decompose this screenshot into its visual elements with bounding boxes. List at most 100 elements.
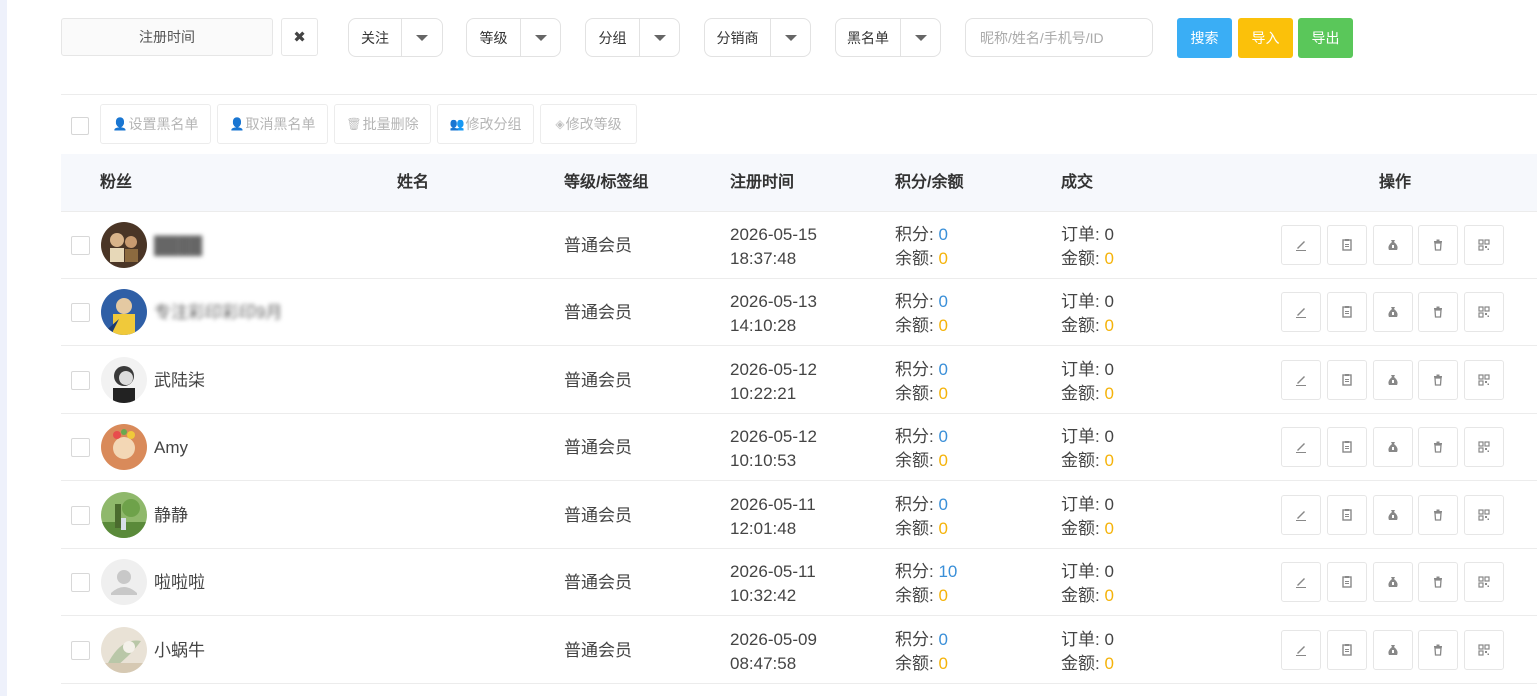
points-label: 积分:: [895, 292, 939, 311]
orders-label: 订单:: [1061, 225, 1105, 244]
modify-group-button[interactable]: 👥 修改分组: [437, 104, 534, 144]
delete-button[interactable]: [1418, 292, 1458, 332]
orders-value: 0: [1104, 562, 1114, 581]
trash-icon: [1431, 305, 1445, 319]
header-fans: 粉丝: [100, 174, 133, 191]
qrcode-button[interactable]: [1464, 292, 1504, 332]
register-clock: 10:22:21: [730, 384, 797, 403]
user-icon: 👤: [229, 117, 245, 131]
blacklist-select[interactable]: 黑名单: [835, 18, 941, 57]
qrcode-button[interactable]: [1464, 427, 1504, 467]
edit-button[interactable]: [1281, 562, 1321, 602]
delete-button[interactable]: [1418, 225, 1458, 265]
avatar: [101, 559, 147, 605]
register-date: 2026-05-12: [730, 427, 817, 446]
money-bag-icon: [1386, 305, 1400, 319]
modify-level-button[interactable]: ◈ 修改等级: [540, 104, 637, 144]
detail-button[interactable]: [1327, 495, 1367, 535]
money-bag-icon: [1386, 575, 1400, 589]
detail-button[interactable]: [1327, 562, 1367, 602]
export-button[interactable]: 导出: [1298, 18, 1353, 58]
deal-info: 订单: 0 金额: 0: [1061, 358, 1114, 406]
detail-button[interactable]: [1327, 225, 1367, 265]
row-checkbox[interactable]: [71, 641, 90, 660]
level-select[interactable]: 等级: [466, 18, 561, 57]
points-value: 0: [938, 427, 948, 446]
deal-info: 订单: 0 金额: 0: [1061, 560, 1114, 608]
recharge-button[interactable]: [1373, 562, 1413, 602]
close-icon: ✖: [293, 29, 306, 46]
batch-delete-button[interactable]: 🗑 批量删除: [334, 104, 431, 144]
table-header: 粉丝 姓名 等级/标签组 注册时间 积分/余额 成交 操作: [61, 154, 1537, 212]
avatar: [101, 289, 147, 335]
member-level: 普通会员: [564, 303, 632, 322]
detail-icon: [1340, 643, 1354, 657]
header-points-balance: 积分/余额: [895, 174, 964, 191]
edit-icon: [1294, 508, 1308, 522]
points-balance: 积分: 0 余额: 0: [895, 290, 948, 338]
money-bag-icon: [1386, 643, 1400, 657]
clear-date-button[interactable]: ✖: [281, 18, 318, 56]
table-row: ████ 普通会员 2026-05-15 18:37:48 积分: 0 余额: 0…: [61, 212, 1537, 279]
edit-button[interactable]: [1281, 360, 1321, 400]
row-checkbox[interactable]: [71, 573, 90, 592]
delete-button[interactable]: [1418, 360, 1458, 400]
distributor-select[interactable]: 分销商: [704, 18, 811, 57]
qrcode-icon: [1477, 305, 1491, 319]
amount-value: 0: [1104, 451, 1114, 470]
delete-button[interactable]: [1418, 427, 1458, 467]
header-actions: 操作: [1379, 174, 1412, 191]
detail-button[interactable]: [1327, 292, 1367, 332]
detail-button[interactable]: [1327, 360, 1367, 400]
search-button[interactable]: 搜索: [1177, 18, 1232, 58]
search-input[interactable]: [965, 18, 1153, 57]
detail-button[interactable]: [1327, 630, 1367, 670]
delete-button[interactable]: [1418, 630, 1458, 670]
qrcode-button[interactable]: [1464, 360, 1504, 400]
detail-button[interactable]: [1327, 427, 1367, 467]
delete-button[interactable]: [1418, 495, 1458, 535]
edit-button[interactable]: [1281, 292, 1321, 332]
row-checkbox[interactable]: [71, 236, 90, 255]
orders-value: 0: [1104, 630, 1114, 649]
edit-button[interactable]: [1281, 630, 1321, 670]
recharge-button[interactable]: [1373, 225, 1413, 265]
balance-label: 余额:: [895, 451, 939, 470]
set-blacklist-button[interactable]: 👤 设置黑名单: [100, 104, 211, 144]
qrcode-button[interactable]: [1464, 495, 1504, 535]
amount-label: 金额:: [1061, 316, 1105, 335]
cancel-blacklist-button[interactable]: 👤 取消黑名单: [217, 104, 328, 144]
register-time: 2026-05-11 12:01:48: [730, 493, 816, 541]
recharge-button[interactable]: [1373, 630, 1413, 670]
edit-button[interactable]: [1281, 427, 1321, 467]
member-level: 普通会员: [564, 371, 632, 390]
delete-button[interactable]: [1418, 562, 1458, 602]
points-balance: 积分: 0 余额: 0: [895, 628, 948, 676]
recharge-button[interactable]: [1373, 427, 1413, 467]
follow-select[interactable]: 关注: [348, 18, 443, 57]
edit-button[interactable]: [1281, 495, 1321, 535]
recharge-button[interactable]: [1373, 360, 1413, 400]
qrcode-button[interactable]: [1464, 562, 1504, 602]
divider: [61, 94, 1537, 95]
qrcode-icon: [1477, 238, 1491, 252]
register-time: 2026-05-15 18:37:48: [730, 223, 817, 271]
recharge-button[interactable]: [1373, 495, 1413, 535]
select-all-checkbox[interactable]: [71, 117, 89, 135]
amount-value: 0: [1104, 654, 1114, 673]
row-checkbox[interactable]: [71, 438, 90, 457]
row-checkbox[interactable]: [71, 371, 90, 390]
level-select-label: 等级: [467, 19, 521, 56]
register-clock: 14:10:28: [730, 316, 797, 335]
row-checkbox[interactable]: [71, 506, 90, 525]
row-checkbox[interactable]: [71, 303, 90, 322]
register-time-picker[interactable]: 注册时间: [61, 18, 273, 56]
qrcode-button[interactable]: [1464, 225, 1504, 265]
import-button[interactable]: 导入: [1238, 18, 1293, 58]
recharge-button[interactable]: [1373, 292, 1413, 332]
avatar: [101, 492, 147, 538]
group-select[interactable]: 分组: [585, 18, 680, 57]
points-label: 积分:: [895, 630, 939, 649]
qrcode-button[interactable]: [1464, 630, 1504, 670]
edit-button[interactable]: [1281, 225, 1321, 265]
